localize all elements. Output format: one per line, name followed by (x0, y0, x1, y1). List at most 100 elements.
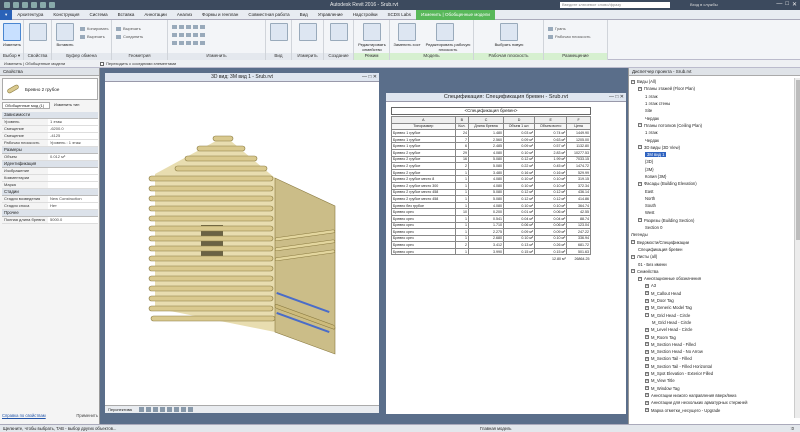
table-cell[interactable]: 1449.90 (566, 129, 591, 137)
table-cell[interactable]: 681.72 (566, 241, 591, 249)
table-cell[interactable]: 5.080 (468, 188, 504, 197)
apply-button[interactable]: Применить (76, 413, 98, 418)
expand-icon[interactable]: + (645, 305, 649, 310)
table-cell[interactable]: Бревно срез (391, 247, 456, 256)
select-dropdown[interactable]: Выбор ▾ (0, 53, 23, 60)
tree-item[interactable]: Site (631, 107, 791, 114)
sun-path-icon[interactable] (146, 407, 151, 412)
table-cell[interactable]: Бревно 1 грубое (391, 129, 456, 137)
table-cell[interactable]: 1 (454, 195, 470, 203)
table-cell[interactable]: Бревно 2 грубое место 458 (391, 188, 456, 197)
view-3d-window[interactable]: 3D вид: 3М вид 1 - Srub.rvt — □ ✕ Перспе… (104, 72, 461, 414)
tab-architecture[interactable]: Архитектура (12, 10, 48, 20)
table-cell[interactable]: Бревно 2 грубое место 458 (391, 195, 456, 203)
measure-button[interactable] (299, 23, 317, 41)
tree-item[interactable]: South (631, 202, 791, 209)
table-cell[interactable]: 0.04 м³ (502, 214, 536, 223)
table-cell[interactable]: 0.06 м³ (534, 208, 568, 216)
table-cell[interactable]: Бревно 2 грубое (391, 168, 456, 177)
table-cell[interactable]: 0.13 м³ (502, 241, 536, 249)
tree-item[interactable]: West (631, 209, 791, 216)
tree-item[interactable]: {3D} (631, 158, 791, 165)
hide-isolate-icon[interactable] (181, 407, 186, 412)
log-house-model[interactable] (105, 82, 379, 405)
table-cell[interactable]: 0.10 м³ (502, 175, 536, 183)
table-cell[interactable]: 1132.80 (566, 142, 591, 150)
schedule-window[interactable]: Спецификация: Спецификация бревен - Srub… (385, 92, 627, 415)
table-cell[interactable]: 1 (454, 228, 470, 236)
table-cell[interactable]: Бревно 2 грубое место 8 (391, 175, 456, 183)
table-cell[interactable]: 0.16 м³ (534, 168, 568, 177)
table-cell[interactable]: F (566, 116, 591, 124)
tab-scds-labs[interactable]: SCDS Labs (382, 10, 416, 20)
face-placement-button[interactable]: Грань (548, 26, 566, 31)
table-cell[interactable]: 0.01 м³ (502, 208, 536, 216)
tab-annotate[interactable]: Аннотации (139, 10, 172, 20)
tree-item[interactable]: + A3 (631, 282, 791, 289)
table-cell[interactable]: 5.080 (468, 162, 504, 170)
table-cell[interactable]: 2 (454, 162, 470, 170)
tab-structure[interactable]: Конструкция (48, 10, 84, 20)
tree-item[interactable]: + M_Section Tail - Filled Horizontal (631, 363, 791, 370)
table-cell[interactable]: 4.080 (468, 148, 504, 157)
table-cell[interactable]: 0.10 м³ (502, 201, 536, 210)
table-cell[interactable]: 364.74 (566, 201, 591, 210)
tree-item[interactable]: 1 этаж (631, 93, 791, 100)
table-cell[interactable]: 0.12 м³ (502, 195, 536, 203)
expand-icon[interactable]: + (645, 386, 649, 391)
table-cell[interactable]: 2 (454, 241, 470, 249)
table-cell[interactable]: 3.990 (468, 247, 504, 256)
tree-item[interactable]: + M_Door Tag (631, 297, 791, 304)
table-cell[interactable]: 1 (454, 247, 470, 256)
expand-icon[interactable]: + (645, 378, 649, 383)
property-row[interactable]: Рабочая плоскость Уровень : 1 этаж (2, 140, 98, 147)
property-row[interactable]: Объем 0.012 м³ (2, 154, 98, 161)
table-cell[interactable]: 0.15 м³ (534, 247, 568, 256)
open-icon[interactable] (13, 2, 19, 8)
table-cell[interactable]: 0.63 м³ (534, 135, 568, 144)
property-row[interactable]: Комментарии (2, 175, 98, 182)
table-cell[interactable]: 0.16 м³ (502, 168, 536, 177)
table-cell[interactable]: 529.99 (566, 168, 591, 177)
table-cell[interactable]: 4.080 (468, 201, 504, 210)
table-cell[interactable]: A (391, 116, 456, 124)
hide-in-view-button[interactable] (270, 23, 288, 41)
collapse-icon[interactable]: − (631, 254, 635, 259)
cut-button[interactable]: Вырезать (80, 34, 105, 39)
paste-button[interactable] (56, 23, 74, 41)
table-cell[interactable]: 0.10 м³ (502, 234, 536, 243)
table-cell[interactable]: Бревно без грубое (391, 201, 456, 210)
expand-icon[interactable]: + (645, 364, 649, 369)
minimize-button[interactable]: — (776, 1, 782, 8)
tree-item[interactable]: 1 этаж стены (631, 100, 791, 107)
modify-button[interactable] (3, 23, 21, 41)
table-cell[interactable]: 29 (454, 148, 470, 157)
property-row[interactable]: Смещение -4125 (2, 133, 98, 140)
maximize-button[interactable]: □ (785, 1, 789, 8)
collapse-icon[interactable]: − (631, 269, 635, 274)
render-icon[interactable] (160, 407, 165, 412)
tree-item[interactable]: {3М} (631, 166, 791, 173)
tree-item[interactable]: + Аннотации для нескольких арматурных сте… (631, 399, 791, 406)
join-button[interactable]: Соединить (116, 34, 143, 39)
expand-icon[interactable]: + (645, 400, 649, 405)
shadows-icon[interactable] (153, 407, 158, 412)
edit-type-button[interactable]: Изменить тип (54, 102, 79, 107)
table-cell[interactable]: 4.080 (468, 181, 504, 190)
table-cell[interactable]: 0.09 м³ (502, 142, 536, 150)
expand-icon[interactable]: + (645, 327, 649, 332)
table-cell[interactable]: 247.22 (566, 228, 591, 236)
table-cell[interactable]: 1 (454, 168, 470, 177)
expand-icon[interactable]: + (645, 408, 649, 412)
search-input[interactable]: Введите ключевое слово/фразу (560, 2, 670, 8)
tree-item[interactable]: − Аннотационные обозначения (631, 275, 791, 282)
tab-addins[interactable]: Надстройки (348, 10, 383, 20)
table-cell[interactable]: 1.710 (468, 221, 504, 230)
tree-item[interactable]: + M_Room Tag (631, 333, 791, 340)
table-cell[interactable]: Цена (566, 122, 591, 131)
tree-item[interactable]: + M_Level Head - Circle (631, 326, 791, 333)
tree-item[interactable]: −3D виды (3D View) (631, 144, 791, 151)
property-row[interactable]: Уровень 1 этаж (2, 119, 98, 126)
expand-icon[interactable]: + (645, 349, 649, 354)
table-cell[interactable]: Бревно срез (391, 214, 456, 223)
